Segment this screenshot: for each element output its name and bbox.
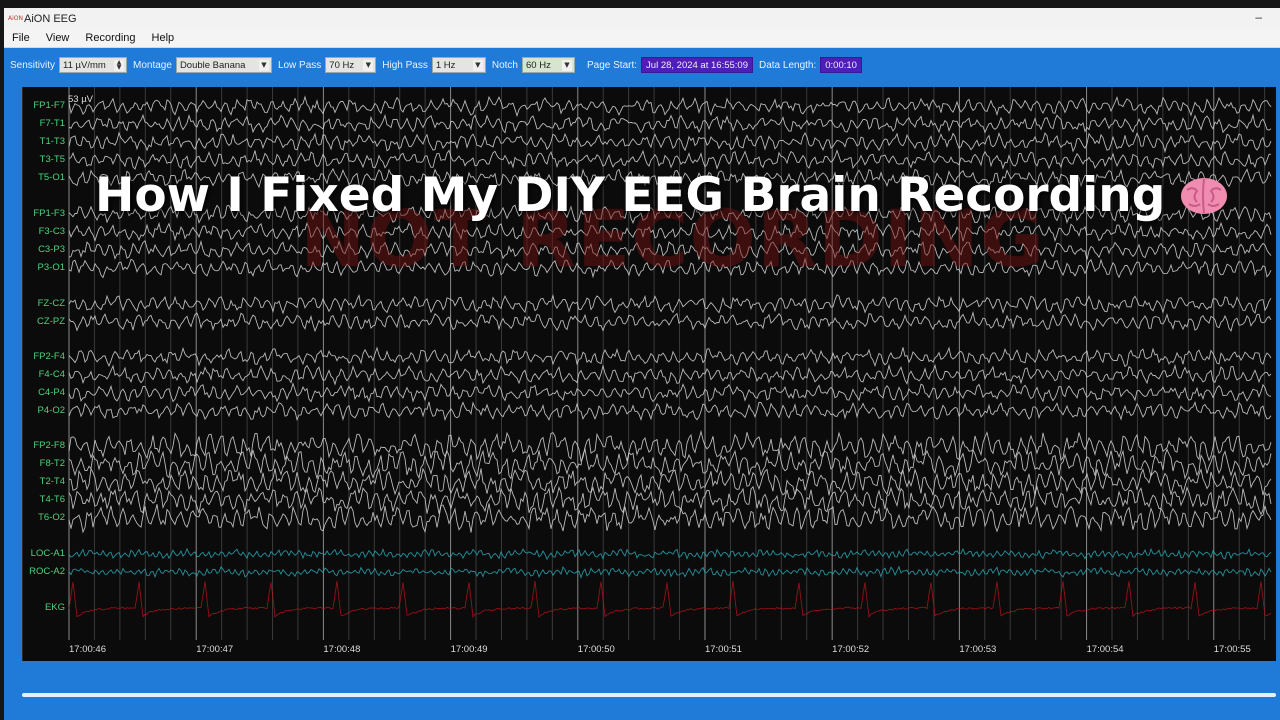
- channel-label: F3-C3: [38, 226, 65, 237]
- channel-label: T5-O1: [38, 172, 65, 183]
- chevron-down-icon[interactable]: ▼: [472, 60, 483, 71]
- data-length-label: Data Length:: [758, 59, 817, 71]
- channel-label: T3-T5: [39, 154, 65, 165]
- highpass-dropdown[interactable]: 1 Hz ▼: [431, 57, 486, 73]
- channel-label: T4-T6: [39, 494, 65, 505]
- highpass-label: High Pass: [382, 59, 428, 71]
- notch-value: 60 Hz: [526, 59, 551, 71]
- channel-label: FP2-F4: [33, 351, 65, 362]
- channel-label: FP1-F3: [33, 208, 65, 219]
- montage-dropdown[interactable]: Double Banana ▼: [175, 57, 272, 73]
- lowpass-value: 70 Hz: [329, 59, 355, 71]
- channel-trace: [68, 565, 1272, 579]
- channel-trace: [68, 346, 1272, 368]
- sensitivity-spinner[interactable]: 11 µV/mm ▲ ▼: [59, 57, 128, 73]
- channel-label: FZ-CZ: [37, 298, 65, 309]
- montage-value: Double Banana: [179, 59, 246, 71]
- video-title-overlay: How I Fixed My DIY EEG Brain Recording: [95, 168, 1229, 223]
- lowpass-label: Low Pass: [277, 59, 322, 71]
- channel-label: F8-T2: [39, 458, 65, 469]
- montage-label: Montage: [133, 59, 172, 71]
- channel-trace: [68, 149, 1272, 170]
- channel-label: F4-C4: [38, 369, 65, 380]
- channel-trace: [68, 310, 1272, 333]
- lowpass-dropdown[interactable]: 70 Hz ▼: [325, 57, 377, 73]
- settings-toolbar: Sensitivity 11 µV/mm ▲ ▼ Montage Double B…: [4, 53, 1280, 77]
- time-scrollbar[interactable]: [22, 693, 1276, 697]
- channel-trace: [68, 401, 1272, 422]
- channel-label: LOC-A1: [30, 548, 65, 559]
- menu-view[interactable]: View: [38, 32, 78, 44]
- time-tick-label: 17:00:55: [1213, 644, 1251, 655]
- channel-label: FP2-F8: [33, 440, 65, 451]
- channel-label: T1-T3: [39, 136, 65, 147]
- time-tick-label: 17:00:52: [832, 644, 870, 655]
- channel-trace: [68, 113, 1272, 134]
- chevron-down-icon[interactable]: ▼: [562, 60, 572, 71]
- scale-label: 53 µV: [68, 94, 94, 105]
- channel-label: F7-T1: [39, 118, 65, 129]
- channel-label: T2-T4: [39, 476, 65, 487]
- chevron-down-icon[interactable]: ▼: [258, 60, 269, 71]
- menu-help[interactable]: Help: [144, 32, 183, 44]
- channel-label: EKG: [44, 602, 65, 613]
- time-tick-label: 17:00:48: [323, 644, 361, 655]
- menu-recording[interactable]: Recording: [77, 32, 143, 44]
- channel-trace: [68, 363, 1272, 386]
- menu-file[interactable]: File: [4, 32, 38, 44]
- minimize-button[interactable]: –: [1255, 10, 1262, 24]
- channel-trace: [68, 447, 1272, 480]
- channel-label: T6-O2: [38, 512, 65, 523]
- spinner-arrows-icon[interactable]: ▲ ▼: [114, 60, 125, 71]
- channel-trace: [68, 293, 1272, 315]
- time-tick-label: 17:00:49: [450, 644, 488, 655]
- channel-label: C4-P4: [38, 387, 65, 398]
- title-bar: AiON AiON EEG –: [4, 8, 1280, 29]
- time-tick-label: 17:00:50: [577, 644, 615, 655]
- channel-label: CZ-PZ: [37, 316, 65, 327]
- notch-dropdown[interactable]: 60 Hz ▼: [522, 57, 575, 73]
- page-start-field[interactable]: Jul 28, 2024 at 16:55:09: [641, 57, 753, 73]
- data-length-value: 0:00:10: [825, 59, 857, 71]
- data-length-field[interactable]: 0:00:10: [820, 57, 862, 73]
- time-tick-label: 17:00:53: [959, 644, 997, 655]
- sensitivity-label: Sensitivity: [10, 59, 56, 71]
- video-frame: AiON AiON EEG – File View Recording Help…: [0, 0, 1280, 720]
- time-tick-label: 17:00:47: [196, 644, 234, 655]
- time-tick-label: 17:00:51: [704, 644, 742, 655]
- highpass-value: 1 Hz: [435, 59, 456, 71]
- channel-trace: [68, 467, 1272, 497]
- channel-trace: [68, 503, 1272, 534]
- app-window: AiON AiON EEG – File View Recording Help…: [4, 8, 1280, 720]
- chevron-down-icon[interactable]: ▼: [363, 60, 374, 71]
- page-start-label: Page Start:: [587, 59, 638, 71]
- channel-trace: [68, 547, 1272, 561]
- brain-icon: [1181, 177, 1228, 214]
- channel-label: ROC-A2: [29, 566, 65, 577]
- time-tick-label: 17:00:46: [69, 644, 106, 655]
- notch-label: Notch: [491, 59, 518, 71]
- channel-label: C3-P3: [38, 244, 65, 255]
- channel-label: P3-O1: [37, 262, 65, 273]
- channel-trace: [68, 429, 1272, 463]
- page-start-value: Jul 28, 2024 at 16:55:09: [646, 59, 748, 71]
- channel-trace: [68, 580, 1272, 619]
- channel-label: FP1-F7: [33, 100, 65, 111]
- window-title: AiON EEG: [24, 12, 77, 25]
- channel-trace: [68, 131, 1272, 154]
- menu-bar: File View Recording Help: [4, 29, 1280, 48]
- time-tick-label: 17:00:54: [1086, 644, 1124, 655]
- channel-trace: [68, 95, 1272, 118]
- channel-label: P4-O2: [37, 405, 65, 416]
- app-logo-icon: AiON: [8, 14, 23, 22]
- sensitivity-value: 11 µV/mm: [63, 59, 106, 71]
- channel-trace: [68, 382, 1272, 403]
- video-title-text: How I Fixed My DIY EEG Brain Recording: [95, 168, 1166, 223]
